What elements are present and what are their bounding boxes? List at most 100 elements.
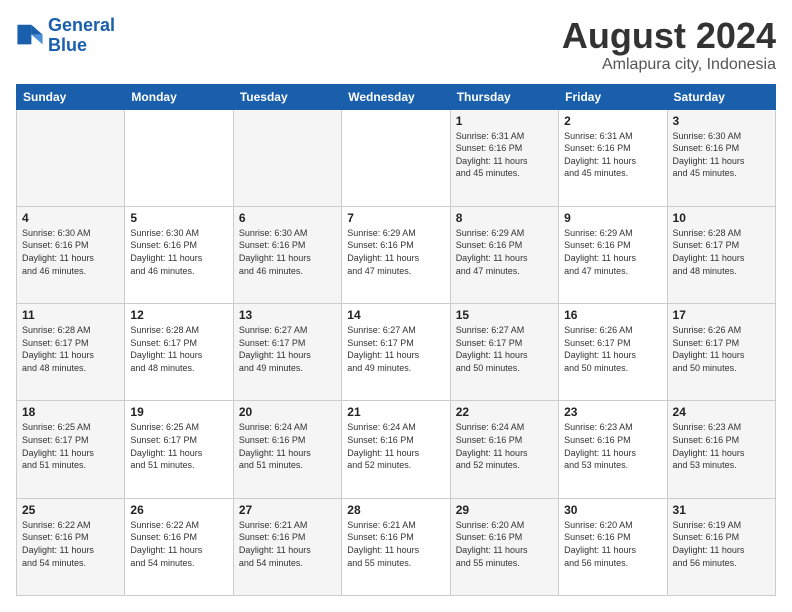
calendar-cell: 7 Sunrise: 6:29 AM Sunset: 6:16 PM Daylig… — [342, 206, 450, 303]
calendar-header-friday: Friday — [559, 84, 667, 109]
calendar-cell: 16Sunrise: 6:26 AM Sunset: 6:17 PM Dayli… — [559, 304, 667, 401]
day-number: 28 — [347, 503, 444, 517]
day-info: Sunrise: 6:30 AM Sunset: 6:16 PM Dayligh… — [673, 130, 770, 180]
calendar-cell: 31 Sunrise: 6:19 AM Sunset: 6:16 PM Dayli… — [667, 498, 775, 595]
calendar-cell: 14 Sunrise: 6:27 AM Sunset: 6:17 PM Dayli… — [342, 304, 450, 401]
day-info: Sunrise: 6:29 AM Sunset: 6:16 PM Dayligh… — [456, 227, 553, 277]
day-number: 9 — [564, 211, 661, 225]
day-info: Sunrise: 6:27 AM Sunset: 6:17 PM Dayligh… — [347, 324, 444, 374]
day-number: 26 — [130, 503, 227, 517]
day-number: 25 — [22, 503, 119, 517]
day-number: 27 — [239, 503, 336, 517]
day-info: Sunrise: 6:19 AM Sunset: 6:16 PM Dayligh… — [673, 519, 770, 569]
logo: General Blue — [16, 16, 115, 56]
day-number: 24 — [673, 405, 770, 419]
day-info: Sunrise: 6:27 AM Sunset: 6:17 PM Dayligh… — [239, 324, 336, 374]
calendar-cell: 12 Sunrise: 6:28 AM Sunset: 6:17 PM Dayli… — [125, 304, 233, 401]
subtitle: Amlapura city, Indonesia — [562, 56, 776, 74]
day-info: Sunrise: 6:21 AM Sunset: 6:16 PM Dayligh… — [239, 519, 336, 569]
calendar-cell: 24 Sunrise: 6:23 AM Sunset: 6:16 PM Dayli… — [667, 401, 775, 498]
calendar-cell: 5 Sunrise: 6:30 AM Sunset: 6:16 PM Daylig… — [125, 206, 233, 303]
calendar-week-3: 11 Sunrise: 6:28 AM Sunset: 6:17 PM Dayli… — [17, 304, 776, 401]
day-number: 18 — [22, 405, 119, 419]
day-number: 23 — [564, 405, 661, 419]
day-info: Sunrise: 6:30 AM Sunset: 6:16 PM Dayligh… — [22, 227, 119, 277]
day-number: 13 — [239, 308, 336, 322]
day-info: Sunrise: 6:30 AM Sunset: 6:16 PM Dayligh… — [130, 227, 227, 277]
calendar-cell: 4 Sunrise: 6:30 AM Sunset: 6:16 PM Daylig… — [17, 206, 125, 303]
day-info: Sunrise: 6:20 AM Sunset: 6:16 PM Dayligh… — [456, 519, 553, 569]
calendar-cell: 29 Sunrise: 6:20 AM Sunset: 6:16 PM Dayli… — [450, 498, 558, 595]
day-info: Sunrise: 6:24 AM Sunset: 6:16 PM Dayligh… — [347, 421, 444, 471]
day-info: Sunrise: 6:23 AM Sunset: 6:16 PM Dayligh… — [564, 421, 661, 471]
calendar-week-4: 18 Sunrise: 6:25 AM Sunset: 6:17 PM Dayli… — [17, 401, 776, 498]
calendar-header-wednesday: Wednesday — [342, 84, 450, 109]
calendar-cell: 15 Sunrise: 6:27 AM Sunset: 6:17 PM Dayli… — [450, 304, 558, 401]
logo-icon — [16, 22, 44, 50]
day-info: Sunrise: 6:22 AM Sunset: 6:16 PM Dayligh… — [130, 519, 227, 569]
day-number: 21 — [347, 405, 444, 419]
calendar-header-thursday: Thursday — [450, 84, 558, 109]
day-info: Sunrise: 6:24 AM Sunset: 6:16 PM Dayligh… — [239, 421, 336, 471]
calendar-cell: 17Sunrise: 6:26 AM Sunset: 6:17 PM Dayli… — [667, 304, 775, 401]
calendar-week-1: 1 Sunrise: 6:31 AM Sunset: 6:16 PM Daylig… — [17, 109, 776, 206]
calendar-cell: 11Sunrise: 6:28 AM Sunset: 6:17 PM Dayli… — [17, 304, 125, 401]
calendar-header-saturday: Saturday — [667, 84, 775, 109]
day-number: 1 — [456, 114, 553, 128]
calendar-cell: 2Sunrise: 6:31 AM Sunset: 6:16 PM Daylig… — [559, 109, 667, 206]
calendar-cell: 3 Sunrise: 6:30 AM Sunset: 6:16 PM Daylig… — [667, 109, 775, 206]
calendar-cell — [17, 109, 125, 206]
calendar-cell — [342, 109, 450, 206]
header: General Blue August 2024 Amlapura city, … — [16, 16, 776, 74]
day-info: Sunrise: 6:27 AM Sunset: 6:17 PM Dayligh… — [456, 324, 553, 374]
logo-line1: General — [48, 15, 115, 35]
day-info: Sunrise: 6:29 AM Sunset: 6:16 PM Dayligh… — [347, 227, 444, 277]
calendar-cell: 1Sunrise: 6:31 AM Sunset: 6:16 PM Daylig… — [450, 109, 558, 206]
calendar-cell: 9 Sunrise: 6:29 AM Sunset: 6:16 PM Daylig… — [559, 206, 667, 303]
calendar-cell: 25 Sunrise: 6:22 AM Sunset: 6:16 PM Dayli… — [17, 498, 125, 595]
day-info: Sunrise: 6:31 AM Sunset: 6:16 PM Dayligh… — [564, 130, 661, 180]
day-number: 12 — [130, 308, 227, 322]
day-number: 4 — [22, 211, 119, 225]
day-info: Sunrise: 6:22 AM Sunset: 6:16 PM Dayligh… — [22, 519, 119, 569]
day-info: Sunrise: 6:29 AM Sunset: 6:16 PM Dayligh… — [564, 227, 661, 277]
day-info: Sunrise: 6:20 AM Sunset: 6:16 PM Dayligh… — [564, 519, 661, 569]
day-number: 31 — [673, 503, 770, 517]
calendar-cell: 27 Sunrise: 6:21 AM Sunset: 6:16 PM Dayli… — [233, 498, 341, 595]
day-number: 14 — [347, 308, 444, 322]
day-info: Sunrise: 6:26 AM Sunset: 6:17 PM Dayligh… — [673, 324, 770, 374]
main-title: August 2024 — [562, 16, 776, 56]
page: General Blue August 2024 Amlapura city, … — [0, 0, 792, 612]
day-number: 29 — [456, 503, 553, 517]
day-number: 8 — [456, 211, 553, 225]
calendar-cell: 30Sunrise: 6:20 AM Sunset: 6:16 PM Dayli… — [559, 498, 667, 595]
day-info: Sunrise: 6:28 AM Sunset: 6:17 PM Dayligh… — [130, 324, 227, 374]
day-number: 19 — [130, 405, 227, 419]
calendar-header-row: SundayMondayTuesdayWednesdayThursdayFrid… — [17, 84, 776, 109]
day-info: Sunrise: 6:21 AM Sunset: 6:16 PM Dayligh… — [347, 519, 444, 569]
calendar-week-2: 4 Sunrise: 6:30 AM Sunset: 6:16 PM Daylig… — [17, 206, 776, 303]
day-number: 6 — [239, 211, 336, 225]
calendar-header-sunday: Sunday — [17, 84, 125, 109]
calendar-cell — [125, 109, 233, 206]
day-number: 5 — [130, 211, 227, 225]
calendar-cell: 8 Sunrise: 6:29 AM Sunset: 6:16 PM Daylig… — [450, 206, 558, 303]
day-number: 7 — [347, 211, 444, 225]
day-info: Sunrise: 6:28 AM Sunset: 6:17 PM Dayligh… — [673, 227, 770, 277]
day-number: 10 — [673, 211, 770, 225]
day-info: Sunrise: 6:23 AM Sunset: 6:16 PM Dayligh… — [673, 421, 770, 471]
calendar-cell: 13 Sunrise: 6:27 AM Sunset: 6:17 PM Dayli… — [233, 304, 341, 401]
logo-line2: Blue — [48, 35, 87, 55]
calendar-cell: 26 Sunrise: 6:22 AM Sunset: 6:16 PM Dayli… — [125, 498, 233, 595]
calendar-cell: 22 Sunrise: 6:24 AM Sunset: 6:16 PM Dayli… — [450, 401, 558, 498]
day-number: 22 — [456, 405, 553, 419]
day-number: 3 — [673, 114, 770, 128]
day-number: 15 — [456, 308, 553, 322]
calendar-cell: 18 Sunrise: 6:25 AM Sunset: 6:17 PM Dayli… — [17, 401, 125, 498]
day-number: 16 — [564, 308, 661, 322]
calendar-table: SundayMondayTuesdayWednesdayThursdayFrid… — [16, 84, 776, 596]
calendar-cell: 19Sunrise: 6:25 AM Sunset: 6:17 PM Dayli… — [125, 401, 233, 498]
day-number: 11 — [22, 308, 119, 322]
day-info: Sunrise: 6:24 AM Sunset: 6:16 PM Dayligh… — [456, 421, 553, 471]
day-info: Sunrise: 6:25 AM Sunset: 6:17 PM Dayligh… — [22, 421, 119, 471]
